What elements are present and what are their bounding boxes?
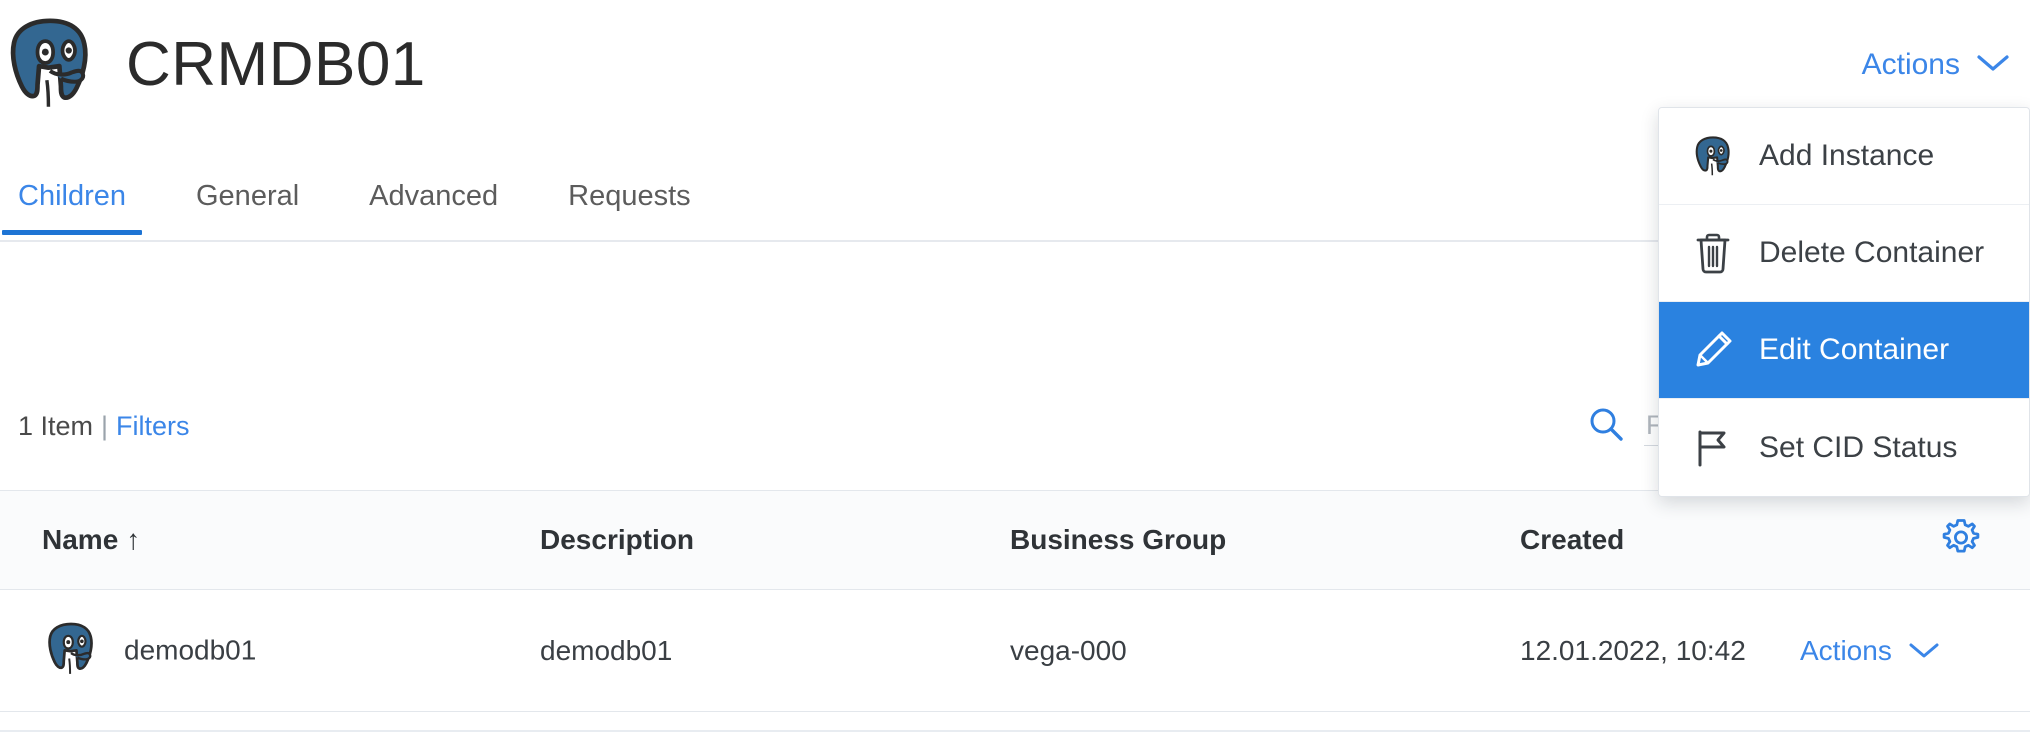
postgresql-elephant-icon [1689, 134, 1737, 178]
postgresql-elephant-icon [0, 13, 100, 118]
chevron-down-icon [1976, 48, 2010, 82]
item-count-label: 1 Item [18, 410, 94, 441]
page-bottom-divider [0, 730, 2030, 732]
row-created: 12.01.2022, 10:42 [1520, 634, 1746, 666]
toolbar-separator: | [101, 410, 109, 441]
menu-item-set-cid-status[interactable]: Set CID Status [1659, 399, 2029, 496]
menu-item-delete-container-label: Delete Container [1759, 236, 1985, 269]
row-description: demodb01 [540, 634, 673, 666]
header-actions-label: Actions [1861, 48, 1960, 81]
tab-advanced[interactable]: Advanced [369, 180, 498, 235]
row-actions-button[interactable]: Actions [1800, 635, 1940, 667]
header-actions-button[interactable]: Actions [1862, 48, 2010, 82]
tab-requests-label: Requests [568, 180, 691, 212]
tab-children-label: Children [18, 180, 126, 212]
tab-requests[interactable]: Requests [568, 180, 691, 235]
column-header-description[interactable]: Description [540, 524, 694, 556]
row-name-label: demodb01 [124, 634, 257, 666]
column-header-name[interactable]: Name ↑ [42, 524, 140, 556]
menu-item-add-instance[interactable]: Add Instance [1659, 108, 2029, 205]
menu-item-edit-container-label: Edit Container [1759, 333, 1950, 366]
gear-icon[interactable] [1938, 515, 1984, 566]
item-count-group: 1 Item | Filters [0, 411, 190, 442]
menu-item-add-instance-label: Add Instance [1759, 139, 1935, 172]
menu-item-delete-container[interactable]: Delete Container [1659, 205, 2029, 302]
tab-children[interactable]: Children [2, 180, 142, 235]
column-header-created[interactable]: Created [1520, 524, 1624, 556]
trash-icon [1689, 231, 1737, 275]
table-header-row: Name ↑ Description Business Group Created [0, 490, 2030, 590]
search-icon[interactable] [1586, 404, 1626, 449]
postgresql-elephant-icon [42, 619, 100, 682]
menu-item-edit-container[interactable]: Edit Container [1659, 302, 2029, 399]
children-table: Name ↑ Description Business Group Created [0, 490, 2030, 712]
page-title: CRMDB01 [126, 30, 426, 99]
row-actions-label: Actions [1800, 634, 1892, 666]
chevron-down-icon [1908, 635, 1940, 667]
page-root: CRMDB01 Actions Children General Advance… [0, 0, 2030, 750]
tab-general-label: General [196, 180, 300, 212]
arrow-up-icon: ↑ [126, 524, 141, 555]
row-business-group: vega-000 [1010, 634, 1127, 666]
column-header-business-group[interactable]: Business Group [1010, 524, 1226, 556]
column-header-name-label: Name [42, 524, 119, 555]
table-row[interactable]: demodb01 demodb01 vega-000 12.01.2022, 1… [0, 590, 2030, 712]
pencil-icon [1689, 329, 1737, 371]
tab-advanced-label: Advanced [369, 180, 499, 212]
menu-item-set-cid-status-label: Set CID Status [1759, 430, 1958, 464]
flag-icon [1689, 427, 1737, 469]
filters-link[interactable]: Filters [116, 411, 190, 441]
row-name-cell: demodb01 [42, 619, 256, 682]
actions-dropdown-menu: Add Instance Delete Container Edit Conta… [1658, 107, 2030, 497]
tab-general[interactable]: General [196, 180, 299, 235]
